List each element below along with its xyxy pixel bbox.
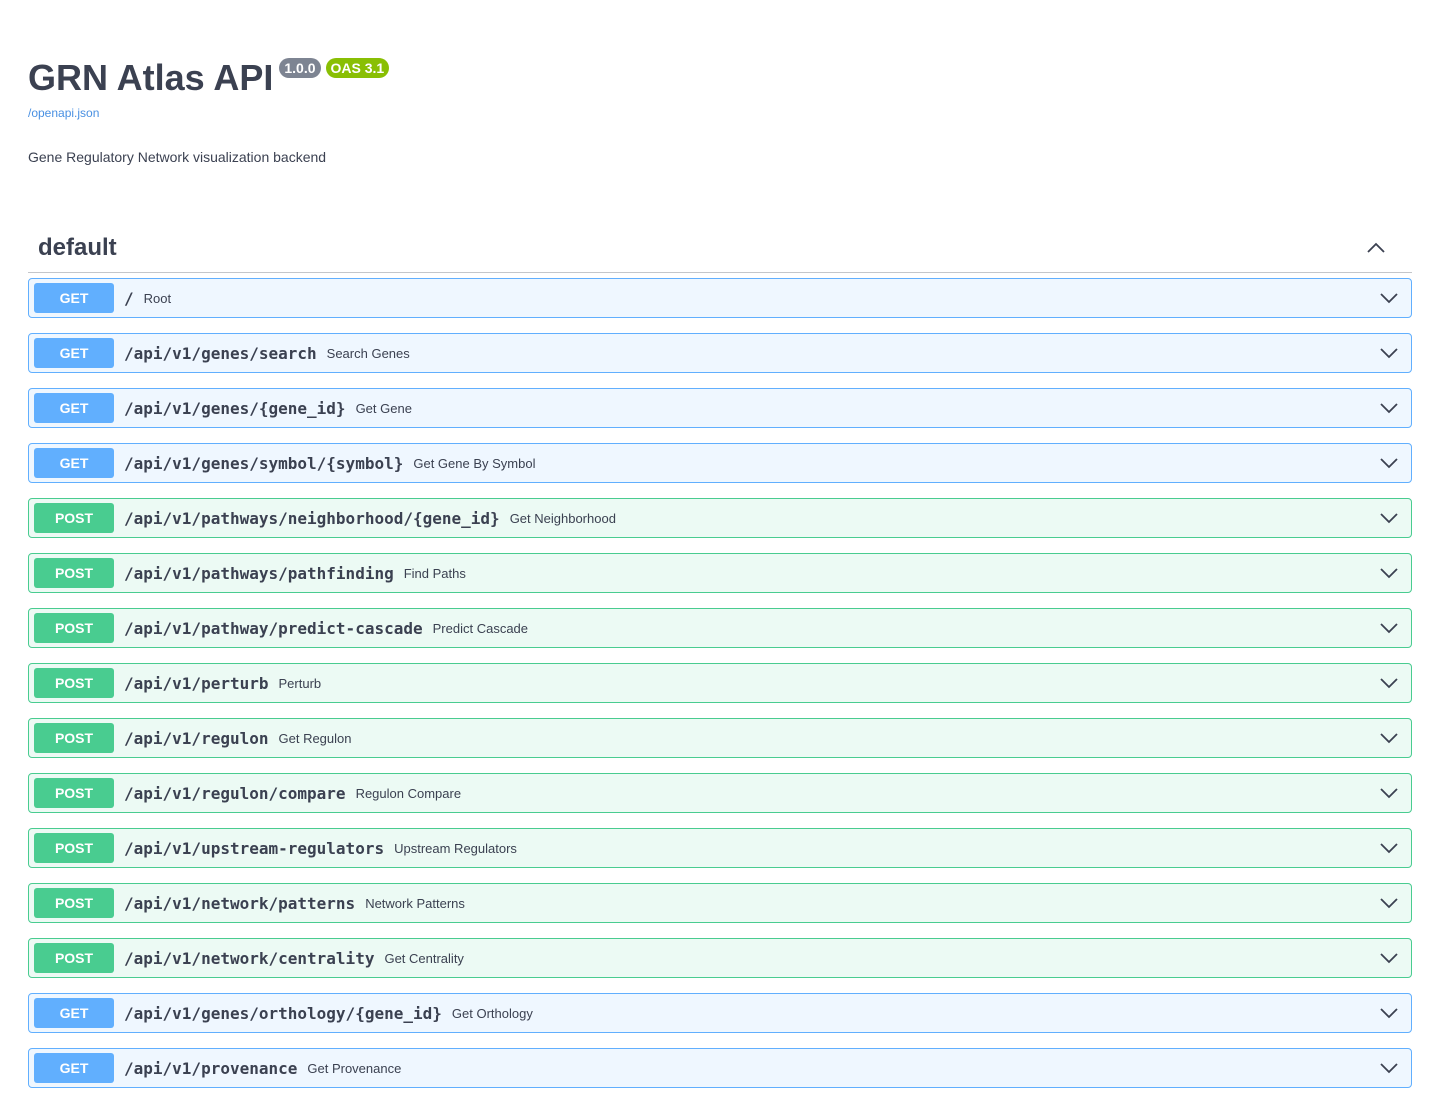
operation-row[interactable]: POST/api/v1/network/centrality Get Centra… — [28, 938, 1412, 978]
version-badge: 1.0.0 — [279, 58, 321, 78]
operation-row[interactable]: GET / Root — [28, 278, 1412, 318]
chevron-down-icon[interactable] — [1379, 1058, 1399, 1078]
operation-path: /api/v1/regulon — [124, 728, 269, 748]
tag-section-header[interactable]: default — [28, 223, 1412, 273]
operation-summary: Root — [143, 290, 172, 306]
api-title: GRN Atlas API — [28, 57, 274, 98]
operation-summary: Get Gene By Symbol — [413, 455, 536, 471]
operation-row[interactable]: GET/api/v1/genes/{gene_id} Get Gene — [28, 388, 1412, 428]
operation-row[interactable]: POST/api/v1/upstream-regulators Upstream … — [28, 828, 1412, 868]
oas-badge: OAS 3.1 — [325, 58, 390, 78]
operation-row[interactable]: GET/api/v1/genes/symbol/{symbol} Get Gene… — [28, 443, 1412, 483]
operation-path: /api/v1/perturb — [124, 673, 269, 693]
operation-path: /api/v1/genes/search — [124, 343, 317, 363]
operation-summary: Get Regulon — [278, 730, 352, 746]
operation-path: /api/v1/provenance — [124, 1058, 298, 1078]
operation-summary: Get Centrality — [384, 950, 464, 966]
method-badge: GET — [34, 998, 114, 1028]
chevron-down-icon[interactable] — [1379, 398, 1399, 418]
openapi-json-link[interactable]: /openapi.json — [28, 106, 99, 120]
method-badge: GET — [34, 338, 114, 368]
operation-summary: Predict Cascade — [432, 620, 529, 636]
operation-row[interactable]: POST/api/v1/pathways/pathfinding Find Pat… — [28, 553, 1412, 593]
method-badge: POST — [34, 558, 114, 588]
method-badge: POST — [34, 613, 114, 643]
operation-summary: Get Gene — [355, 400, 412, 416]
method-badge: POST — [34, 943, 114, 973]
operation-summary: Find Paths — [403, 565, 466, 581]
operation-row[interactable]: POST/api/v1/network/patterns Network Patt… — [28, 883, 1412, 923]
chevron-down-icon[interactable] — [1379, 948, 1399, 968]
method-badge: POST — [34, 888, 114, 918]
operation-summary: Upstream Regulators — [394, 840, 517, 856]
method-badge: GET — [34, 393, 114, 423]
operation-path: /api/v1/genes/symbol/{symbol} — [124, 453, 404, 473]
operation-path: /api/v1/network/centrality — [124, 948, 375, 968]
chevron-down-icon[interactable] — [1379, 618, 1399, 638]
operation-row[interactable]: GET/api/v1/genes/search Search Genes — [28, 333, 1412, 373]
api-description: Gene Regulatory Network visualization ba… — [28, 149, 327, 165]
swagger-ui: GRN Atlas API 1.0.0 OAS 3.1 /openapi.jso… — [0, 0, 1440, 1100]
chevron-down-icon[interactable] — [1379, 1003, 1399, 1023]
chevron-down-icon[interactable] — [1379, 728, 1399, 748]
operation-summary: Get Orthology — [451, 1005, 533, 1021]
operation-path: /api/v1/pathways/neighborhood/{gene_id} — [124, 508, 500, 528]
chevron-up-icon[interactable] — [1366, 238, 1386, 258]
method-badge: GET — [34, 448, 114, 478]
method-badge: POST — [34, 833, 114, 863]
method-badge: GET — [34, 283, 114, 313]
operation-summary: Get Provenance — [307, 1060, 402, 1076]
operation-row[interactable]: POST/api/v1/pathways/neighborhood/{gene_… — [28, 498, 1412, 538]
method-badge: GET — [34, 1053, 114, 1083]
operation-row[interactable]: POST/api/v1/perturb Perturb — [28, 663, 1412, 703]
operation-row[interactable]: POST/api/v1/regulon Get Regulon — [28, 718, 1412, 758]
operation-path: /api/v1/upstream-regulators — [124, 838, 385, 858]
operation-row[interactable]: POST/api/v1/regulon/compare Regulon Compa… — [28, 773, 1412, 813]
operation-summary: Get Neighborhood — [509, 510, 616, 526]
chevron-down-icon[interactable] — [1379, 453, 1399, 473]
chevron-down-icon[interactable] — [1379, 893, 1399, 913]
method-badge: POST — [34, 778, 114, 808]
operation-row[interactable]: GET/api/v1/provenance Get Provenance — [28, 1048, 1412, 1088]
operation-summary: Search Genes — [326, 345, 410, 361]
chevron-down-icon[interactable] — [1379, 563, 1399, 583]
chevron-down-icon[interactable] — [1379, 343, 1399, 363]
operation-summary: Perturb — [278, 675, 322, 691]
operation-path: /api/v1/genes/orthology/{gene_id} — [124, 1003, 442, 1023]
chevron-down-icon[interactable] — [1379, 508, 1399, 528]
operation-path: /api/v1/genes/{gene_id} — [124, 398, 346, 418]
api-info: GRN Atlas API 1.0.0 OAS 3.1 /openapi.jso… — [28, 0, 1412, 165]
operation-row[interactable]: POST/api/v1/pathway/predict-cascade Predi… — [28, 608, 1412, 648]
chevron-down-icon[interactable] — [1379, 288, 1399, 308]
title-row: GRN Atlas API 1.0.0 OAS 3.1 — [28, 56, 1412, 100]
operation-summary: Network Patterns — [365, 895, 465, 911]
chevron-down-icon[interactable] — [1379, 783, 1399, 803]
operation-path: / — [124, 288, 134, 308]
operation-row[interactable]: GET/api/v1/genes/orthology/{gene_id} Get … — [28, 993, 1412, 1033]
method-badge: POST — [34, 723, 114, 753]
method-badge: POST — [34, 668, 114, 698]
operation-summary: Regulon Compare — [355, 785, 462, 801]
operation-path: /api/v1/pathway/predict-cascade — [124, 618, 423, 638]
chevron-down-icon[interactable] — [1379, 838, 1399, 858]
operation-path: /api/v1/network/patterns — [124, 893, 356, 913]
method-badge: POST — [34, 503, 114, 533]
operation-path: /api/v1/regulon/compare — [124, 783, 346, 803]
operations-list: GET / Root GET/api/v1/genes/search Search Ge… — [28, 278, 1412, 1100]
operation-path: /api/v1/pathways/pathfinding — [124, 563, 394, 583]
tag-title: default — [38, 233, 117, 261]
chevron-down-icon[interactable] — [1379, 673, 1399, 693]
